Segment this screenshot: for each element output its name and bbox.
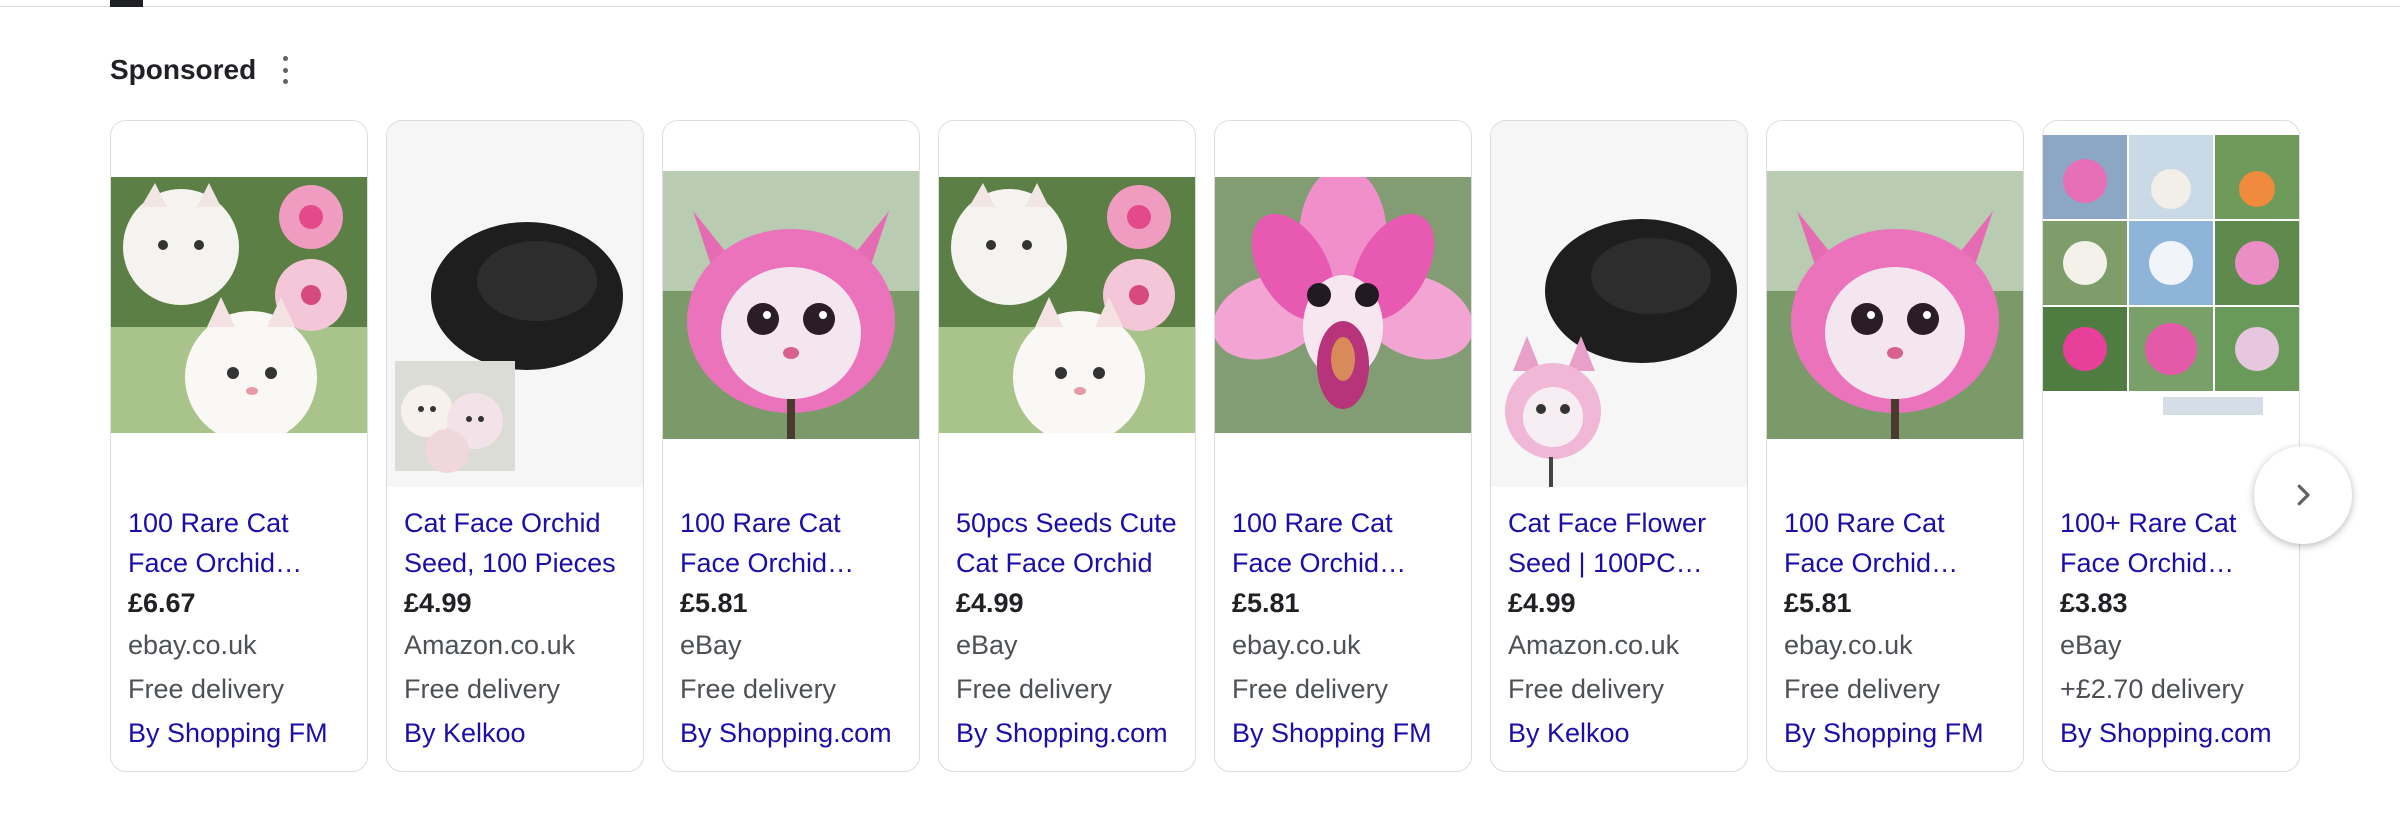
- carousel-next-button[interactable]: [2254, 446, 2352, 544]
- product-price: £4.99: [1508, 588, 1576, 618]
- product-delivery: Free delivery: [956, 674, 1113, 704]
- product-delivery: Free delivery: [1508, 674, 1665, 704]
- product-title[interactable]: Cat Face Flower Seed | 100PC Seeds: [1508, 503, 1736, 583]
- product-card[interactable]: 100 Rare Cat Face Orchid Seeds £5.81 eba…: [1214, 120, 1472, 772]
- more-vert-icon[interactable]: [276, 54, 294, 86]
- product-title[interactable]: 100 Rare Cat Face Orchid Seeds: [128, 503, 356, 583]
- product-price: £5.81: [1232, 588, 1300, 618]
- product-delivery: Free delivery: [1784, 674, 1941, 704]
- product-card[interactable]: 50pcs Seeds Cute Cat Face Orchid £4.99 e…: [938, 120, 1196, 772]
- product-title[interactable]: Cat Face Orchid Seed, 100 Pieces: [404, 503, 632, 583]
- product-image: [1491, 121, 1747, 487]
- product-image: [939, 121, 1195, 487]
- product-price: £6.67: [128, 588, 196, 618]
- product-merchant: Amazon.co.uk: [404, 630, 576, 660]
- sponsored-label: Sponsored: [110, 54, 257, 85]
- product-title[interactable]: 100 Rare Cat Face Orchid Seeds: [1784, 503, 2012, 583]
- product-price: £3.83: [2060, 588, 2128, 618]
- product-image: [663, 121, 919, 487]
- product-card[interactable]: 100+ Rare Cat Face Orchid Seeds £3.83 eB…: [2042, 120, 2300, 772]
- top-divider: [0, 6, 2400, 7]
- product-price: £4.99: [404, 588, 472, 618]
- product-title[interactable]: 100 Rare Cat Face Orchid Seeds: [680, 503, 908, 583]
- product-card[interactable]: 100 Rare Cat Face Orchid Seeds £5.81 eBa…: [662, 120, 920, 772]
- product-image: [1767, 121, 2023, 487]
- product-provider-link[interactable]: By Kelkoo: [404, 711, 632, 755]
- product-merchant: eBay: [680, 630, 742, 660]
- product-image: [387, 121, 643, 487]
- product-provider-link[interactable]: By Shopping FM: [1784, 711, 2012, 755]
- product-title[interactable]: 100+ Rare Cat Face Orchid Seeds: [2060, 503, 2288, 583]
- product-merchant: ebay.co.uk: [128, 630, 257, 660]
- product-provider-link[interactable]: By Shopping.com: [956, 711, 1184, 755]
- product-merchant: eBay: [956, 630, 1018, 660]
- product-image: [1215, 121, 1471, 487]
- product-card[interactable]: Cat Face Orchid Seed, 100 Pieces £4.99 A…: [386, 120, 644, 772]
- product-image: [2043, 121, 2299, 487]
- product-merchant: Amazon.co.uk: [1508, 630, 1680, 660]
- product-provider-link[interactable]: By Shopping FM: [128, 711, 356, 755]
- product-delivery: Free delivery: [128, 674, 285, 704]
- product-merchant: ebay.co.uk: [1784, 630, 1913, 660]
- product-merchant: ebay.co.uk: [1232, 630, 1361, 660]
- product-price: £5.81: [680, 588, 748, 618]
- product-card[interactable]: 100 Rare Cat Face Orchid Seeds £5.81 eba…: [1766, 120, 2024, 772]
- chevron-right-icon: [2297, 484, 2310, 506]
- product-provider-link[interactable]: By Shopping FM: [1232, 711, 1460, 755]
- product-price: £5.81: [1784, 588, 1852, 618]
- product-title[interactable]: 100 Rare Cat Face Orchid Seeds: [1232, 503, 1460, 583]
- product-delivery: Free delivery: [404, 674, 561, 704]
- product-provider-link[interactable]: By Shopping.com: [680, 711, 908, 755]
- active-tab-indicator: [110, 0, 143, 7]
- product-card[interactable]: 100 Rare Cat Face Orchid Seeds £6.67 eba…: [110, 120, 368, 772]
- product-price: £4.99: [956, 588, 1024, 618]
- product-image: [111, 121, 367, 487]
- product-card[interactable]: Cat Face Flower Seed | 100PC Seeds £4.99…: [1490, 120, 1748, 772]
- product-merchant: eBay: [2060, 630, 2122, 660]
- product-provider-link[interactable]: By Shopping.com: [2060, 711, 2288, 755]
- product-delivery: Free delivery: [1232, 674, 1389, 704]
- product-delivery: +£2.70 delivery: [2060, 674, 2244, 704]
- sponsored-header: Sponsored: [110, 52, 294, 88]
- product-delivery: Free delivery: [680, 674, 837, 704]
- product-title[interactable]: 50pcs Seeds Cute Cat Face Orchid: [956, 503, 1184, 583]
- product-provider-link[interactable]: By Kelkoo: [1508, 711, 1736, 755]
